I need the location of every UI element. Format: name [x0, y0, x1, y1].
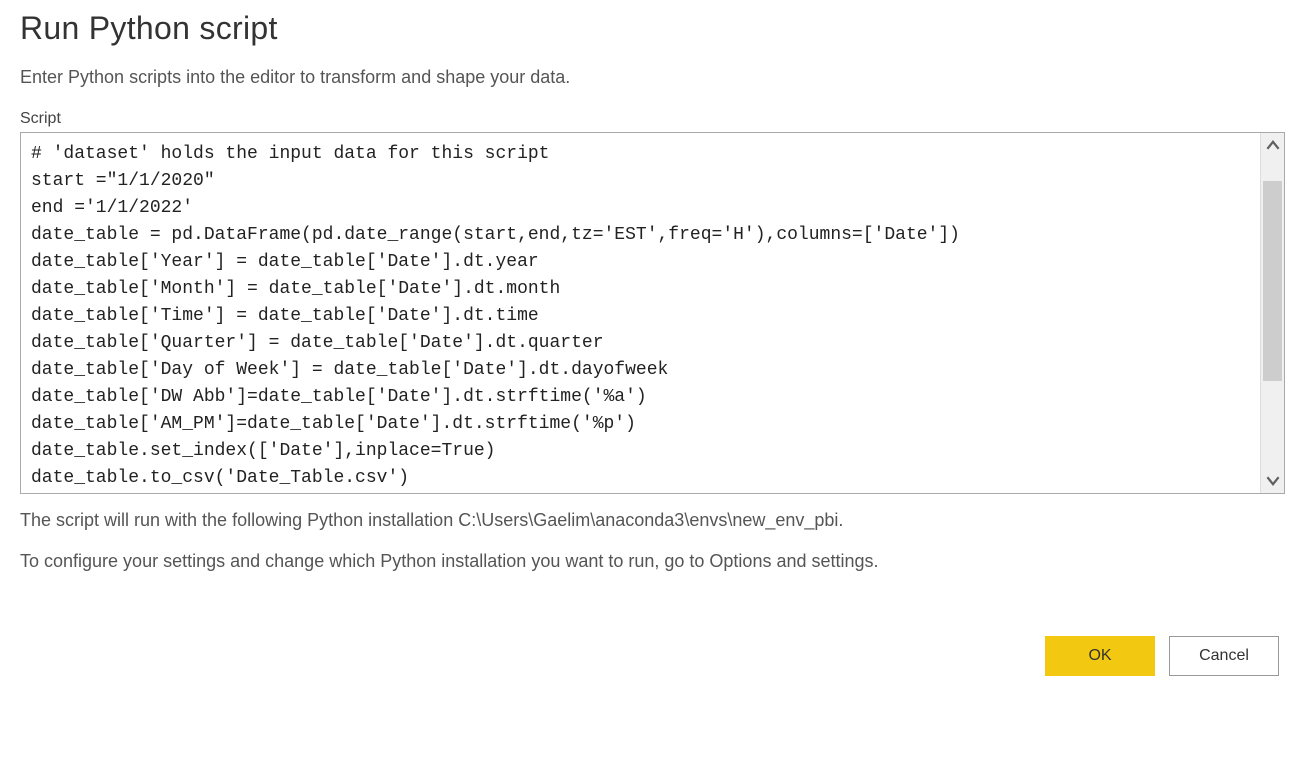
script-label: Script — [20, 110, 1285, 128]
script-editor-container: # 'dataset' holds the input data for thi… — [20, 132, 1285, 494]
dialog-button-row: OK Cancel — [20, 636, 1285, 676]
scroll-track[interactable] — [1261, 159, 1284, 467]
dialog-title: Run Python script — [20, 10, 1285, 47]
scroll-up-icon[interactable] — [1261, 133, 1284, 159]
cancel-button[interactable]: Cancel — [1169, 636, 1279, 676]
configure-hint-text: To configure your settings and change wh… — [20, 547, 1285, 576]
scroll-down-icon[interactable] — [1261, 467, 1284, 493]
ok-button[interactable]: OK — [1045, 636, 1155, 676]
scroll-thumb[interactable] — [1263, 181, 1282, 381]
editor-scrollbar[interactable] — [1260, 133, 1284, 493]
dialog-subtitle: Enter Python scripts into the editor to … — [20, 67, 1285, 88]
script-editor[interactable]: # 'dataset' holds the input data for thi… — [21, 133, 1260, 493]
install-path-text: The script will run with the following P… — [20, 506, 1285, 535]
